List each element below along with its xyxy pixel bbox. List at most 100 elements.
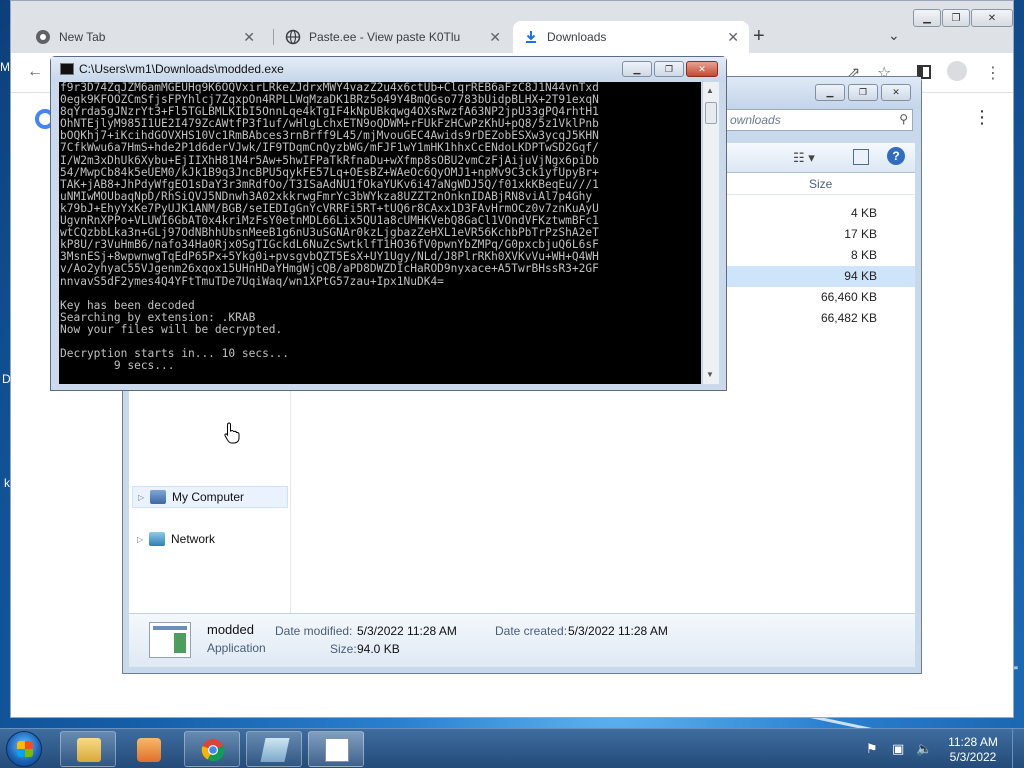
clock-date: 5/3/2022	[949, 750, 997, 764]
chrome-icon	[35, 29, 51, 45]
maximize-button[interactable]: ❐	[654, 61, 684, 77]
console-line: I/W2m3xDhUk6Xybu+EjIIXhH81N4r5Aw+5hwIFPa…	[60, 153, 599, 167]
chrome-window-controls: ▁ ❐ ✕	[912, 9, 1013, 27]
taskbar-chrome[interactable]	[184, 731, 240, 767]
chrome-icon	[201, 738, 225, 762]
details-pane: modded Application Date modified: 5/3/20…	[129, 613, 915, 667]
console-line: 9 secs...	[60, 359, 175, 373]
more-actions-icon[interactable]: ⋮	[973, 107, 991, 128]
details-date-created: 5/3/2022 11:28 AM	[568, 624, 668, 638]
action-center-icon[interactable]: ⚑	[866, 741, 882, 757]
clock-time: 11:28 AM	[948, 735, 998, 749]
taskbar-clock[interactable]: 11:28 AM 5/3/2022	[940, 735, 1006, 765]
file-size: 4 KB	[850, 206, 877, 220]
console-line: v/Ao2yhyaC55VJgenm26xqox15UHnHDaYHmgWjcQ…	[60, 262, 599, 276]
search-placeholder: ownloads	[730, 113, 781, 127]
console-window: C:\Users\vm1\Downloads\modded.exe ▁ ❐ ✕ …	[50, 56, 727, 391]
tab-paste-ee[interactable]: Paste.ee - View paste K0Tlu ✕	[275, 21, 511, 53]
close-button[interactable]: ✕	[686, 61, 718, 77]
preview-pane-icon[interactable]	[853, 149, 869, 165]
details-date-modified-label: Date modified:	[275, 624, 353, 638]
console-window-controls: ▁ ❐ ✕	[620, 61, 718, 77]
minimize-button[interactable]: ▁	[622, 61, 652, 77]
console-line: Now your files will be decrypted.	[60, 322, 283, 336]
hand-cursor-icon	[224, 422, 240, 444]
tab-strip: New Tab ✕ Paste.ee - View paste K0Tlu ✕ …	[11, 1, 1013, 53]
file-size: 17 KB	[844, 227, 877, 241]
close-button[interactable]: ✕	[971, 9, 1013, 27]
scroll-down-icon[interactable]: ▼	[706, 370, 714, 379]
search-icon[interactable]: ⚲	[899, 112, 908, 126]
details-file-kind: Application	[207, 641, 266, 655]
explorer-window-controls: ▁ ❐ ✕	[812, 84, 911, 101]
maximize-button[interactable]: ❐	[942, 9, 970, 27]
minimize-button[interactable]: ▁	[815, 84, 845, 101]
close-button[interactable]: ✕	[881, 84, 911, 101]
tab-search-button[interactable]: ⌄	[888, 27, 900, 44]
scroll-thumb[interactable]	[705, 102, 717, 124]
minimize-button[interactable]: ▁	[913, 9, 941, 27]
nav-my-computer[interactable]: ▷ My Computer	[132, 486, 288, 508]
download-icon	[523, 29, 539, 45]
search-input[interactable]: ownloads ⚲	[723, 109, 913, 131]
tab-new-tab[interactable]: New Tab ✕	[25, 21, 265, 53]
file-size: 66,460 KB	[820, 290, 877, 304]
details-size-label: Size:	[330, 642, 357, 656]
console-scrollbar[interactable]: ▲ ▼	[702, 82, 719, 384]
close-icon[interactable]: ✕	[243, 29, 255, 46]
details-file-name: modded	[207, 622, 254, 637]
console-line: Key has been decoded	[60, 298, 195, 312]
tab-label: New Tab	[59, 30, 106, 44]
application-icon	[149, 622, 191, 658]
taskbar-explorer[interactable]	[60, 731, 116, 767]
details-size: 94.0 KB	[357, 642, 400, 656]
tab-label: Downloads	[547, 30, 607, 44]
expand-arrow-icon[interactable]: ▷	[137, 535, 149, 544]
close-icon[interactable]: ✕	[489, 29, 501, 46]
taskbar-notepad[interactable]	[246, 731, 302, 767]
tab-downloads[interactable]: Downloads ✕	[513, 21, 749, 53]
scroll-up-icon[interactable]: ▲	[706, 86, 714, 95]
nav-item-label: Network	[171, 532, 216, 546]
back-icon[interactable]: ←	[27, 63, 43, 81]
close-icon[interactable]: ✕	[727, 29, 739, 46]
expand-arrow-icon[interactable]: ▷	[138, 493, 150, 502]
tab-label: Paste.ee - View paste K0Tlu	[309, 30, 461, 44]
console-line: nnvavS5dF2ymes4Q4YFtTmuTDe7UqiWaq/wn1XPt…	[60, 274, 444, 288]
help-icon[interactable]: ?	[887, 147, 905, 165]
windows-logo-icon	[17, 741, 33, 757]
maximize-button[interactable]: ❐	[848, 84, 878, 101]
tab-separator	[273, 29, 274, 45]
globe-icon	[285, 29, 301, 45]
show-desktop-button[interactable]	[1012, 729, 1024, 768]
start-button[interactable]	[6, 731, 42, 767]
menu-kebab-icon[interactable]: ⋮	[985, 63, 1001, 83]
nav-network[interactable]: ▷ Network	[137, 528, 215, 550]
desktop-icon-label[interactable]: M	[0, 60, 10, 74]
console-icon	[60, 63, 74, 75]
console-line: 7CfkWwu6a7HmS+hde2P1d6derVJwk/IF9TDqmCnQ…	[60, 141, 599, 155]
new-tab-button[interactable]: +	[753, 25, 765, 48]
file-size: 94 KB	[844, 269, 877, 283]
details-date-created-label: Date created:	[495, 624, 568, 638]
console-title: C:\Users\vm1\Downloads\modded.exe	[79, 62, 284, 76]
folder-icon	[77, 738, 101, 762]
application-icon	[325, 738, 349, 762]
taskbar-media-player[interactable]	[120, 731, 176, 767]
network-tray-icon[interactable]: ▣	[892, 741, 908, 757]
column-size[interactable]: Size	[809, 177, 832, 191]
nav-item-label: My Computer	[172, 490, 245, 504]
view-options-icon[interactable]: ☷ ▾	[793, 150, 815, 166]
console-output[interactable]: f9r3D74ZqJZM6amMGEUHq9K6OQVxirLRkeZJdrxM…	[59, 82, 701, 384]
notepad-icon	[260, 738, 290, 762]
computer-icon	[150, 490, 166, 504]
profile-avatar-icon[interactable]	[947, 61, 967, 81]
console-line: 54/MwpCb84k5eUEM0/kJk1B9q3JncBPU5qykFE57…	[60, 165, 599, 179]
file-size: 8 KB	[850, 248, 877, 262]
volume-icon[interactable]: 🔈	[916, 741, 932, 757]
network-icon	[149, 532, 165, 546]
taskbar: ⚑ ▣ 🔈 11:28 AM 5/3/2022	[0, 728, 1024, 768]
taskbar-modded-exe[interactable]	[308, 731, 364, 767]
details-date-modified: 5/3/2022 11:28 AM	[357, 624, 457, 638]
